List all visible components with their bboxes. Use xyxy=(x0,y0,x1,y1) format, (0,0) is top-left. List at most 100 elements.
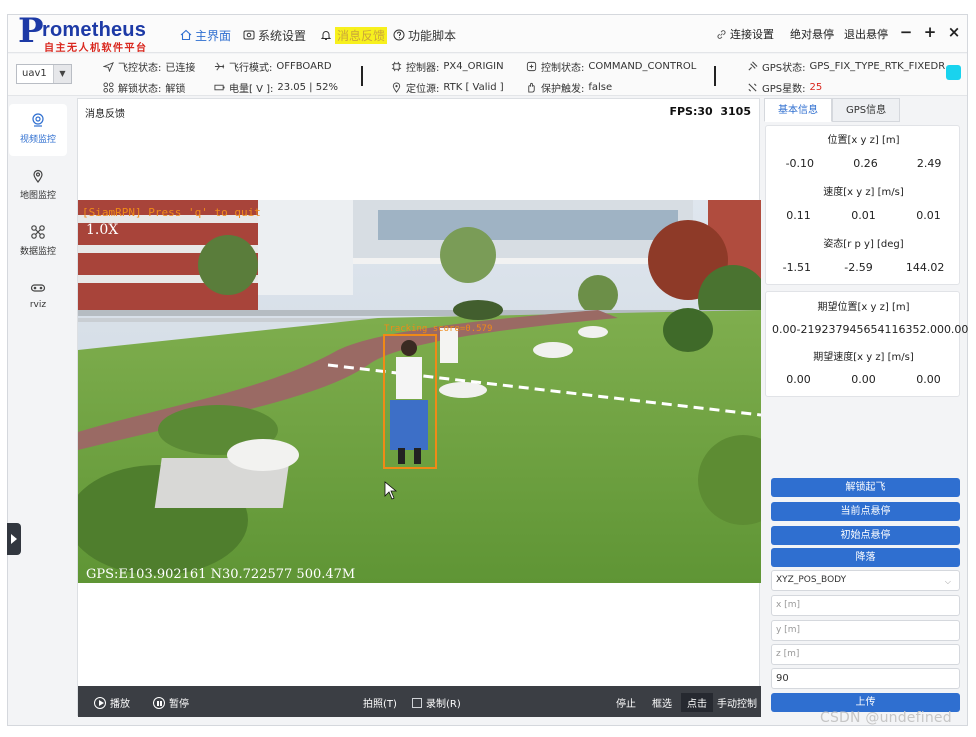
play-button[interactable]: 播放 xyxy=(94,695,130,710)
frame-mode-select[interactable]: XYZ_POS_BODY ⌵ xyxy=(771,570,960,591)
battery-icon xyxy=(214,84,225,91)
frame-count: 3105 xyxy=(720,105,751,118)
record-check-box[interactable] xyxy=(412,697,422,708)
gps-state-value: GPS_FIX_TYPE_RTK_FIXEDR xyxy=(809,61,946,72)
position-row: -0.10 0.26 2.49 xyxy=(766,157,961,170)
position-header: 位置[x y z] [m] xyxy=(827,135,900,146)
hover-initial-button[interactable]: 初始点悬停 xyxy=(771,526,960,545)
absolute-hover-button[interactable]: 绝对悬停 xyxy=(790,26,834,42)
protect-trigger: 保护触发: false xyxy=(526,80,612,95)
nav-alerts[interactable]: 消息反馈 xyxy=(320,26,388,44)
battery: 电量[ V ]: 23.05 | 52% xyxy=(214,80,338,95)
sidebar: 视频监控 地图监控 数据监控 rviz xyxy=(7,96,69,328)
desired-position-header: 期望位置[x y z] [m] xyxy=(817,302,910,313)
sidebar-item-rviz[interactable]: rviz xyxy=(9,272,67,324)
y-input[interactable]: y [m] xyxy=(771,620,960,641)
satellite-dish-icon xyxy=(748,83,757,92)
sidebar-item-label: 数据监控 xyxy=(19,247,56,257)
tracking-label: Tracking score=0.579 xyxy=(384,324,492,334)
x-input[interactable]: x [m] xyxy=(771,595,960,616)
sidebar-item-map[interactable]: 地图监控 xyxy=(9,160,67,212)
nav-scripts[interactable]: 功能脚本 xyxy=(393,26,456,44)
unlock-state-value: 解锁 xyxy=(165,84,186,95)
nav-home[interactable]: 主界面 xyxy=(180,26,231,44)
controller-value: PX4_ORIGIN xyxy=(443,61,504,72)
exit-hover-label: 退出悬停 xyxy=(844,28,888,41)
stop-button[interactable]: 停止 xyxy=(616,695,636,710)
flight-mode: 飞行模式: OFFBOARD xyxy=(214,59,332,74)
plane-icon xyxy=(103,61,114,72)
info-tabs: 基本信息 GPS信息 xyxy=(764,98,901,122)
manual-control-button[interactable]: 手动控制 xyxy=(717,695,757,710)
desired-position-row: 0.00 -219237945654116352.00 0.00 xyxy=(766,323,968,336)
desired-position-z: 0.00 xyxy=(943,323,969,336)
sidebar-item-data[interactable]: 数据监控 xyxy=(9,216,67,268)
box-select-label: 框选 xyxy=(652,699,672,710)
overlay-top-text: [SiamRPN] Press 'q' to quit xyxy=(82,206,261,219)
attitude-header: 姿态[r p y] [deg] xyxy=(823,239,904,250)
battery-label: 电量[ V ]: xyxy=(229,84,274,95)
help-icon xyxy=(393,29,405,41)
airplane-icon xyxy=(214,62,225,71)
location-icon xyxy=(392,82,401,93)
uav-select[interactable]: uav1 ▼ xyxy=(16,64,72,84)
control-state: 控制状态: COMMAND_CONTROL xyxy=(526,59,696,74)
yaw-input[interactable]: 90 xyxy=(771,668,960,689)
chip-icon xyxy=(391,61,402,72)
gps-satellites: GPS星数: 25 xyxy=(747,80,822,95)
bell-icon xyxy=(320,31,332,40)
sidebar-item-label: rviz xyxy=(29,300,47,310)
connect-settings-button[interactable]: 连接设置 xyxy=(716,26,774,42)
manual-control-label: 手动控制 xyxy=(717,699,757,710)
position-source: 定位源: RTK [ Valid ] xyxy=(391,80,504,95)
desired-position-y: -219237945654116352.00 xyxy=(796,323,944,336)
camera-icon xyxy=(32,113,44,127)
battery-value: 23.05 | 52% xyxy=(277,82,338,93)
play-icon xyxy=(94,696,106,709)
pause-icon xyxy=(153,696,165,709)
nav-home-label: 主界面 xyxy=(195,28,232,43)
sidebar-toggle-button[interactable] xyxy=(7,523,21,555)
box-select-button[interactable]: 框选 xyxy=(652,695,672,710)
velocity-z: 0.01 xyxy=(916,209,941,222)
hover-current-button[interactable]: 当前点悬停 xyxy=(771,502,960,521)
attitude-row: -1.51 -2.59 144.02 xyxy=(766,261,961,274)
top-bar: P rometheus 自主无人机软件平台 主界面 系统设置 消息反馈 功能脚本… xyxy=(8,11,967,54)
controller: 控制器: PX4_ORIGIN xyxy=(391,59,504,74)
velocity-row: 0.11 0.01 0.01 xyxy=(766,209,961,222)
arm-takeoff-button[interactable]: 解锁起飞 xyxy=(771,478,960,497)
tab-basic-info[interactable]: 基本信息 xyxy=(764,98,832,122)
desired-velocity-z: 0.00 xyxy=(916,373,941,386)
maximize-button[interactable]: + xyxy=(923,23,937,41)
close-button[interactable]: × xyxy=(947,23,961,41)
z-input[interactable]: z [m] xyxy=(771,644,960,665)
z-placeholder: z [m] xyxy=(776,649,800,659)
nav-settings[interactable]: 系统设置 xyxy=(243,26,306,44)
state-card: 位置[x y z] [m] -0.10 0.26 2.49 速度[x y z] … xyxy=(765,125,960,285)
snapshot-button[interactable]: 拍照(T) xyxy=(363,695,397,710)
nav-alerts-label: 消息反馈 xyxy=(335,26,388,44)
minimize-button[interactable]: − xyxy=(899,23,913,41)
uav-select-value: uav1 xyxy=(22,68,47,79)
desired-velocity-row: 0.00 0.00 0.00 xyxy=(766,373,961,386)
attitude-roll: -1.51 xyxy=(782,261,812,274)
control-state-label: 控制状态: xyxy=(541,63,585,74)
flight-mode-value: OFFBOARD xyxy=(276,61,332,72)
control-state-value: COMMAND_CONTROL xyxy=(588,61,697,72)
map-pin-icon xyxy=(33,169,43,183)
exit-hover-button[interactable]: 退出悬停 xyxy=(844,26,888,42)
record-checkbox[interactable]: 录制(R) xyxy=(412,695,461,710)
status-bar: uav1 ▼ 飞控状态: 已连接 飞行模式: OFFBOARD 控制器: PX4… xyxy=(8,54,967,96)
settings-icon xyxy=(243,30,255,40)
video-feed[interactable]: Tracking score=0.579 [SiamRPN] Press 'q'… xyxy=(78,200,761,583)
watermark: CSDN @undefined xyxy=(820,710,952,726)
controller-label: 控制器: xyxy=(406,63,440,74)
land-button[interactable]: 降落 xyxy=(771,548,960,567)
click-select-button[interactable]: 点击 xyxy=(681,693,713,712)
unlock-state: 解锁状态: 解锁 xyxy=(103,80,185,95)
tab-gps-info[interactable]: GPS信息 xyxy=(832,98,901,122)
snapshot-label: 拍照(T) xyxy=(363,699,397,710)
pause-button[interactable]: 暂停 xyxy=(153,695,189,710)
sidebar-item-video[interactable]: 视频监控 xyxy=(9,104,67,156)
video-panel: 消息反馈 FPS:30 3105 Tracking score=0.579 [S… xyxy=(77,98,761,717)
